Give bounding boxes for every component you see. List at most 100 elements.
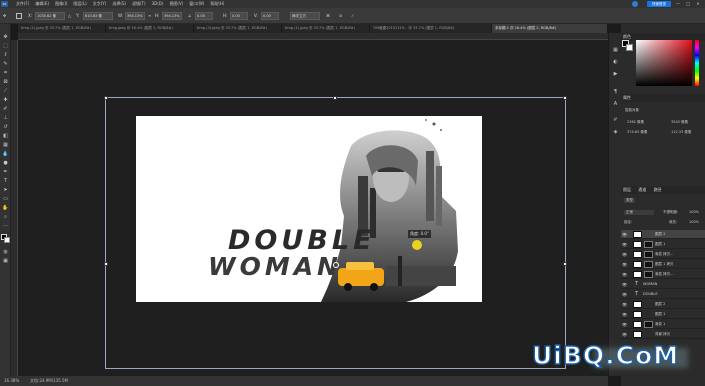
crop-tool-icon[interactable]: ⌗ [2,70,9,77]
visibility-eye-icon[interactable]: 👁 [622,260,627,269]
paths-tab[interactable]: 路径 [654,187,662,192]
menu-item[interactable]: 文字(Y) [93,0,107,8]
layers-tab[interactable]: 图层 [623,187,631,192]
layer-thumbnail[interactable] [633,311,642,318]
document-tab[interactable]: TIM截图20191119... @ 33.7% (图层 1, RGB/8#) [370,24,492,33]
path-select-tool-icon[interactable]: ➤ [2,187,9,194]
gradient-tool-icon[interactable]: ▦ [2,142,9,149]
quick-select-tool-icon[interactable]: ✎ [2,61,9,68]
layer-name[interactable]: 图层 2 [655,300,665,309]
shape-tool-icon[interactable]: ▭ [2,196,9,203]
healing-tool-icon[interactable]: ✚ [2,97,9,104]
quick-mask-icon[interactable]: ◍ [2,249,9,256]
layer-thumbnail[interactable] [633,271,642,278]
transform-handle[interactable] [333,96,337,100]
props-x[interactable]: 374.63 像素 [627,130,647,135]
minimize-icon[interactable]: — [676,1,680,6]
menu-item[interactable]: 文件(F) [16,0,29,8]
layer-thumbnail[interactable] [633,241,642,248]
channels-tab[interactable]: 通道 [638,187,646,192]
warp-icon[interactable]: ⌘ [326,12,330,20]
visibility-eye-icon[interactable]: 👁 [622,310,627,319]
screen-mode-icon[interactable]: ▣ [2,258,9,265]
layer-name[interactable]: 图层 1 [655,240,665,249]
type-tool-icon[interactable]: T [2,178,9,185]
login-button[interactable]: 快速登录 [647,1,671,7]
more-tools-icon[interactable]: ⋯ [2,223,9,230]
visibility-eye-icon[interactable]: 👁 [622,270,627,279]
maximize-icon[interactable]: □ [686,1,690,6]
visibility-eye-icon[interactable]: 👁 [622,230,627,239]
layer-row[interactable]: 👁 渐变 拷贝... [621,250,705,259]
history-icon[interactable]: ▦ [612,47,619,54]
layer-name[interactable]: 渐变 拷贝... [655,270,673,279]
3d-icon[interactable]: ◈ [612,129,619,136]
layer-mask-thumbnail[interactable] [644,251,653,258]
adjustments-icon[interactable]: ◐ [612,59,619,66]
background-color-swatch[interactable] [4,237,10,243]
layer-thumbnail[interactable] [633,321,642,328]
panel-background-swatch[interactable] [626,44,633,51]
visibility-eye-icon[interactable]: 👁 [622,320,627,329]
x-field[interactable]: 1035.82 像 [35,12,65,20]
v-skew-field[interactable]: 0.00 [261,12,279,20]
layer-mask-thumbnail[interactable] [644,321,653,328]
layer-row[interactable]: 👁 渐变 拷贝... [621,270,705,279]
props-y[interactable]: 112.33 像素 [671,130,691,135]
transform-handle[interactable] [563,96,567,100]
menu-item[interactable]: 3D(D) [152,0,164,8]
layer-thumbnail[interactable] [633,301,642,308]
hue-slider[interactable] [695,40,699,86]
blur-tool-icon[interactable]: 💧 [2,151,9,158]
character-icon[interactable]: A [612,101,619,108]
document-tab[interactable]: timg (1).jpeg @ 33.7% (图层 1, RGB/8#) [282,24,370,33]
y-field[interactable]: 610.83 像 [83,12,113,20]
layer-row[interactable]: 👁 图层 1 拷贝 [621,260,705,269]
dodge-tool-icon[interactable]: ● [2,160,9,167]
opacity-value[interactable]: 100% [689,210,699,214]
delta-icon[interactable]: △ [68,12,71,20]
reference-point-icon[interactable] [16,13,22,19]
layer-name[interactable]: 图层 2 [655,230,665,239]
layer-name[interactable]: 渐变 1 [655,320,665,329]
properties-panel-tab[interactable]: 属性 [621,94,705,102]
layer-thumbnail[interactable] [633,251,642,258]
document-tab[interactable]: timg.jpeg @ 16.4% (图层 1, RGB/8#) [106,24,194,33]
transform-handle[interactable] [563,262,567,266]
zoom-level[interactable]: 16.38% [4,376,19,386]
fill-value[interactable]: 100% [689,220,699,224]
hand-tool-icon[interactable]: ✋ [2,205,9,212]
transform-handle[interactable] [104,96,108,100]
link-icon[interactable]: ∞ [148,12,151,20]
transform-bounding-box[interactable] [104,96,567,369]
angle-field[interactable]: 0.00 [195,12,213,20]
layer-row[interactable]: 👁 图层 2 [621,300,705,309]
frame-tool-icon[interactable]: ⊠ [2,79,9,86]
layer-row[interactable]: 👁 T WOMAN [621,280,705,289]
cancel-icon[interactable]: ⊘ [339,12,342,20]
color-picker-field[interactable] [636,40,692,86]
lasso-tool-icon[interactable]: ℓ [2,52,9,59]
layer-thumbnail[interactable] [633,331,642,338]
layer-name[interactable]: DOUBLE [643,290,658,299]
h-skew-field[interactable]: 0.00 [230,12,248,20]
menu-item[interactable]: 图像(I) [55,0,67,8]
menu-item[interactable]: 滤镜(T) [132,0,146,8]
props-width[interactable]: 2362 像素 [627,120,644,125]
transform-handle[interactable] [104,262,108,266]
paragraph-icon[interactable]: ¶ [612,89,619,96]
document-tab[interactable]: timg (3).jpeg @ 33.7% (图层 1, RGB/8#) [194,24,282,33]
visibility-eye-icon[interactable]: 👁 [622,250,627,259]
zoom-tool-icon[interactable]: ⌕ [2,214,9,221]
layer-row[interactable]: 👁 图层 2 [621,230,705,239]
h-field[interactable]: 394.13% [162,12,182,20]
layer-thumbnail[interactable] [633,231,642,238]
commit-icon[interactable]: ✓ [351,12,354,20]
eyedropper-tool-icon[interactable]: ⟋ [2,88,9,95]
close-icon[interactable]: ✕ [696,1,699,6]
props-height[interactable]: 3543 像素 [671,120,688,125]
layer-name[interactable]: 背景 拷贝 [655,330,670,339]
layer-row[interactable]: 👁 图层 1 [621,240,705,249]
document-tab-active[interactable]: 未标题-1 @ 16.4% (图层 2, RGB/8#) [492,24,608,33]
avatar-icon[interactable] [632,1,638,7]
